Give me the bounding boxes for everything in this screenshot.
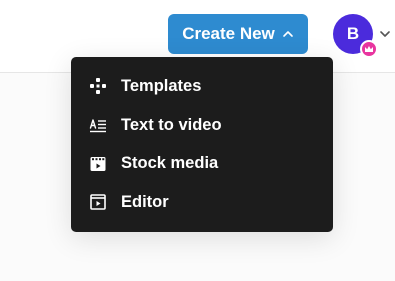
menu-item-label: Templates (121, 76, 202, 95)
user-avatar[interactable]: B (333, 14, 378, 58)
menu-item-label: Editor (121, 192, 169, 211)
create-new-label: Create New (182, 24, 275, 43)
create-new-dropdown: Templates Text to video Stock media Edit… (71, 57, 333, 232)
chevron-down-icon[interactable] (379, 28, 391, 40)
menu-item-templates[interactable]: Templates (71, 67, 333, 106)
menu-item-stock-media[interactable]: Stock media (71, 144, 333, 183)
menu-item-text-to-video[interactable]: Text to video (71, 106, 333, 145)
menu-item-editor[interactable]: Editor (71, 183, 333, 222)
menu-item-label: Stock media (121, 154, 219, 173)
templates-icon (90, 78, 106, 95)
chevron-up-icon (282, 31, 293, 37)
editor-icon (90, 194, 106, 211)
create-new-button[interactable]: Create New (168, 14, 308, 54)
text-to-video-icon (89, 119, 106, 133)
crown-icon (360, 40, 378, 58)
menu-item-label: Text to video (121, 115, 222, 134)
avatar-initial: B (346, 24, 360, 43)
stock-media-icon (90, 156, 106, 171)
